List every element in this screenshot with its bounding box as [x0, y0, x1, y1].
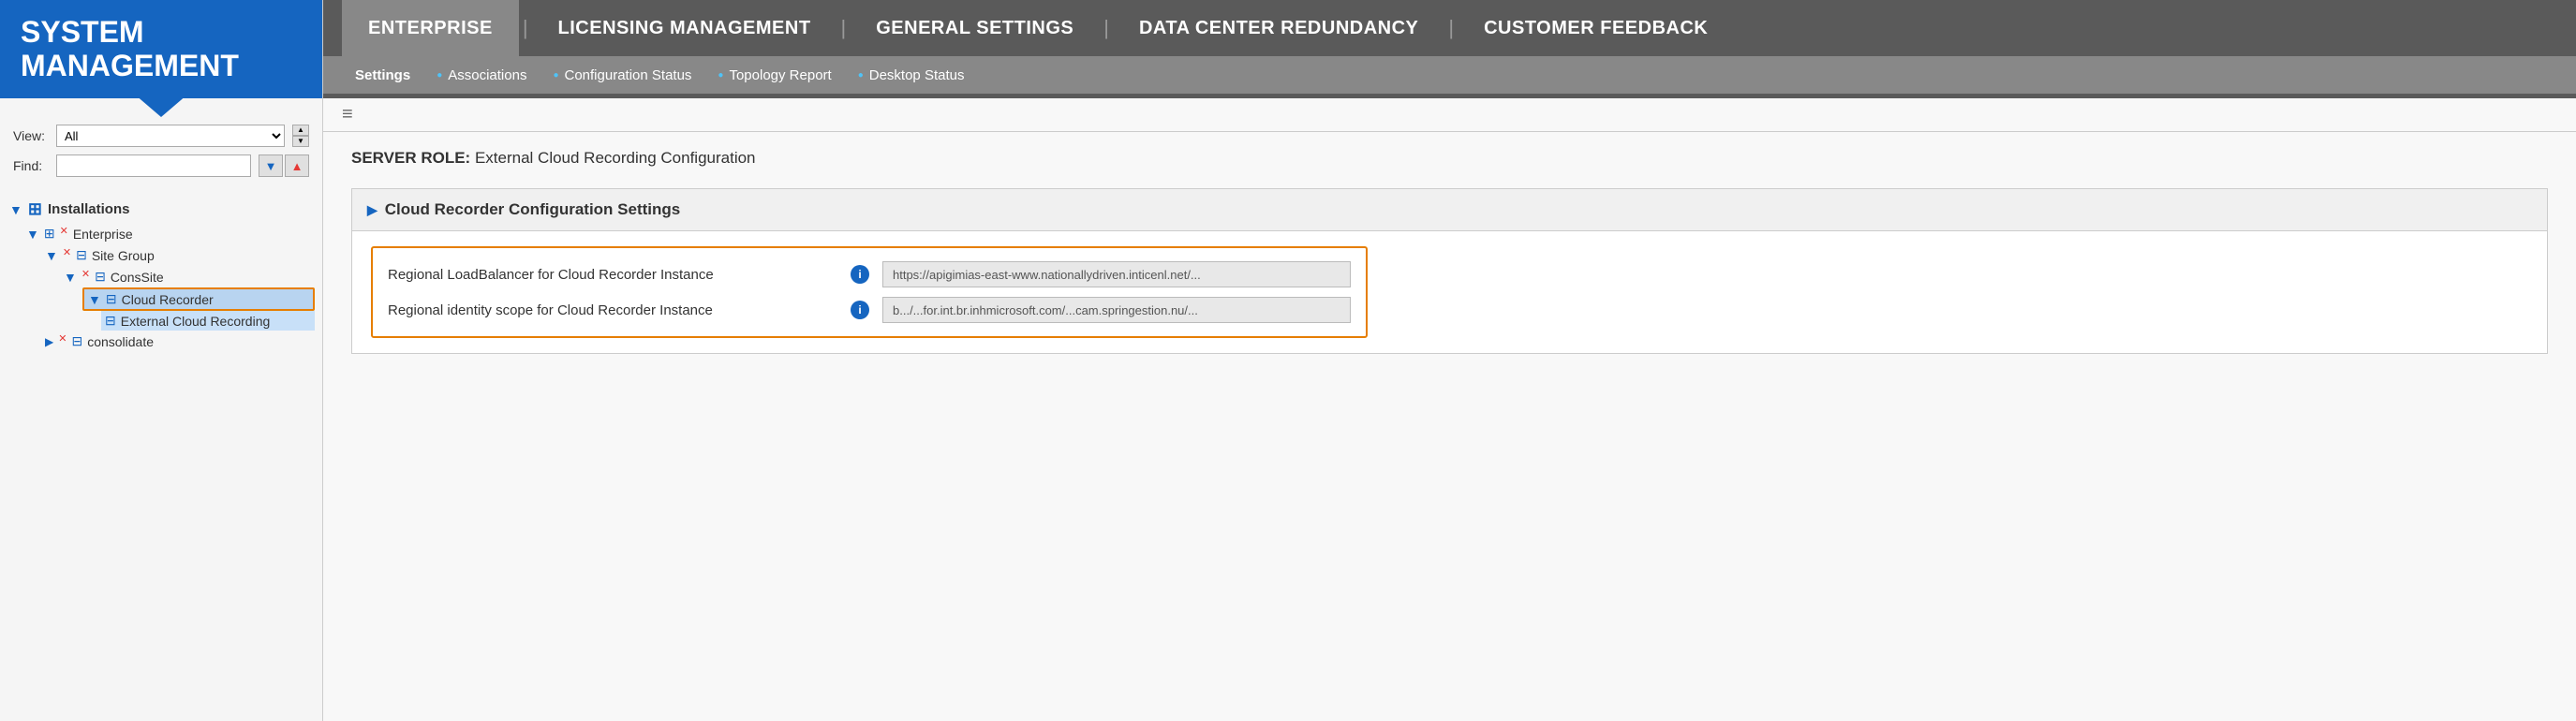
- consolidate-error-icon: ✕: [58, 332, 67, 345]
- divider-icon: ≡: [342, 104, 351, 125]
- content-divider: ≡: [323, 98, 2576, 132]
- sidebar-header: SYSTEM MANAGEMENT: [0, 0, 322, 98]
- sidebar: SYSTEM MANAGEMENT View: All ▲ ▼ Find: ▼ …: [0, 0, 323, 721]
- external-cloud-recording-label: External Cloud Recording: [121, 314, 271, 329]
- header-arrow: [135, 95, 187, 117]
- config-section: ▶ Cloud Recorder Configuration Settings …: [351, 188, 2548, 354]
- cloud-recorder-item[interactable]: ▼ ⊟ Cloud Recorder: [82, 287, 315, 311]
- sub-bullet-1: ●: [437, 70, 442, 81]
- nav-divider-4: |: [1444, 16, 1458, 40]
- consolidate-item[interactable]: ▶ ✕ ⊟ consolidate: [45, 331, 315, 352]
- external-cloud-rec-icon: ⊟: [105, 313, 116, 329]
- section-title: Cloud Recorder Configuration Settings: [385, 200, 680, 219]
- site-group-error-icon: ✕: [63, 246, 71, 258]
- sub-nav-config-status[interactable]: ● Configuration Status: [540, 67, 704, 83]
- field-label-2: Regional identity scope for Cloud Record…: [388, 302, 837, 318]
- installations-label: Installations: [48, 201, 130, 217]
- find-row: Find: ▼ ▲: [13, 154, 309, 177]
- nav-divider-3: |: [1100, 16, 1113, 40]
- app-title-line2: MANAGEMENT: [21, 50, 302, 82]
- cons-site-item[interactable]: ▼ ✕ ⊟ ConsSite: [64, 266, 315, 287]
- site-group-label: Site Group: [92, 248, 155, 263]
- field-value-2: b.../...for.int.br.inhmicrosoft.com/...c…: [882, 297, 1351, 323]
- view-spin-up[interactable]: ▲: [292, 125, 309, 136]
- config-fields-box: Regional LoadBalancer for Cloud Recorder…: [371, 246, 1368, 338]
- site-group-icon: ⊟: [76, 247, 87, 263]
- installations-toggle-icon: ▼: [9, 202, 22, 217]
- main-content: ≡ SERVER ROLE: External Cloud Recording …: [323, 98, 2576, 721]
- field-row-2: Regional identity scope for Cloud Record…: [388, 297, 1351, 323]
- nav-enterprise[interactable]: ENTERPRISE: [342, 0, 519, 56]
- sub-nav-desktop-status[interactable]: ● Desktop Status: [845, 67, 978, 83]
- top-nav: ENTERPRISE | LICENSING MANAGEMENT | GENE…: [323, 0, 2576, 98]
- top-nav-sub: Settings ● Associations ● Configuration …: [323, 56, 2576, 94]
- sub-bullet-2: ●: [553, 70, 558, 81]
- sub-bullet-4: ●: [858, 70, 864, 81]
- cons-site-icon: ⊟: [95, 269, 106, 285]
- installations-header[interactable]: ▼ ⊞ Installations: [7, 196, 315, 223]
- filter-buttons: ▼ ▲: [259, 154, 309, 177]
- field-label-1: Regional LoadBalancer for Cloud Recorder…: [388, 267, 837, 283]
- sub-nav-settings[interactable]: Settings: [342, 67, 423, 83]
- enterprise-icon: ⊞: [44, 226, 55, 242]
- view-select[interactable]: All: [56, 125, 285, 147]
- enterprise-toggle-icon: ▼: [26, 227, 39, 242]
- section-header[interactable]: ▶ Cloud Recorder Configuration Settings: [352, 189, 2547, 231]
- cloud-recorder-label: Cloud Recorder: [122, 292, 214, 307]
- field-row-1: Regional LoadBalancer for Cloud Recorder…: [388, 261, 1351, 287]
- server-role-prefix: SERVER ROLE:: [351, 149, 470, 167]
- view-spin-down[interactable]: ▼: [292, 136, 309, 147]
- consolidate-icon: ⊟: [71, 333, 82, 349]
- section-body: Regional LoadBalancer for Cloud Recorder…: [352, 231, 2547, 353]
- site-group-item[interactable]: ▼ ✕ ⊟ Site Group: [45, 244, 315, 266]
- consolidate-label: consolidate: [87, 334, 154, 349]
- server-role-value: External Cloud Recording Configuration: [475, 149, 756, 167]
- nav-customer-feedback[interactable]: CUSTOMER FEEDBACK: [1458, 0, 1734, 56]
- installations-icon: ⊞: [28, 199, 42, 219]
- sub-bullet-3: ●: [718, 70, 723, 81]
- external-cloud-recording-item[interactable]: ⊟ External Cloud Recording: [101, 311, 315, 331]
- cloud-recorder-toggle-icon: ▼: [88, 292, 101, 307]
- view-spinners: ▲ ▼: [292, 125, 309, 147]
- tree-container: ▼ ⊞ Installations ▼ ⊞ ✕ Enterprise ▼ ✕ ⊟…: [0, 190, 322, 358]
- nav-divider-2: |: [837, 16, 851, 40]
- find-input[interactable]: [56, 154, 251, 177]
- cons-site-error-icon: ✕: [81, 268, 90, 280]
- app-title-line1: SYSTEM: [21, 16, 302, 49]
- find-label: Find:: [13, 158, 49, 173]
- cloud-recorder-icon: ⊟: [106, 291, 117, 307]
- filter-down-btn[interactable]: ▼: [259, 154, 283, 177]
- cons-site-label: ConsSite: [111, 270, 164, 285]
- enterprise-label: Enterprise: [73, 227, 133, 242]
- sub-nav-topology[interactable]: ● Topology Report: [704, 67, 844, 83]
- cons-site-toggle-icon: ▼: [64, 270, 77, 285]
- view-row: View: All ▲ ▼: [13, 125, 309, 147]
- sub-nav-associations[interactable]: ● Associations: [423, 67, 540, 83]
- nav-general-settings[interactable]: GENERAL SETTINGS: [850, 0, 1100, 56]
- site-group-toggle-icon: ▼: [45, 248, 58, 263]
- top-nav-main: ENTERPRISE | LICENSING MANAGEMENT | GENE…: [323, 0, 2576, 56]
- nav-divider-1: |: [519, 16, 532, 40]
- view-label: View:: [13, 128, 49, 143]
- consolidate-toggle-icon: ▶: [45, 335, 53, 348]
- info-icon-2[interactable]: i: [851, 301, 869, 319]
- nav-datacenter[interactable]: DATA CENTER REDUNDANCY: [1113, 0, 1444, 56]
- filter-up-btn[interactable]: ▲: [285, 154, 309, 177]
- enterprise-error-icon: ✕: [60, 225, 68, 237]
- enterprise-item[interactable]: ▼ ⊞ ✕ Enterprise: [26, 223, 315, 244]
- section-collapse-icon: ▶: [367, 202, 378, 218]
- field-value-1: https://apigimias-east-www.nationallydri…: [882, 261, 1351, 287]
- nav-licensing[interactable]: LICENSING MANAGEMENT: [532, 0, 837, 56]
- info-icon-1[interactable]: i: [851, 265, 869, 284]
- server-role-bar: SERVER ROLE: External Cloud Recording Co…: [323, 132, 2576, 181]
